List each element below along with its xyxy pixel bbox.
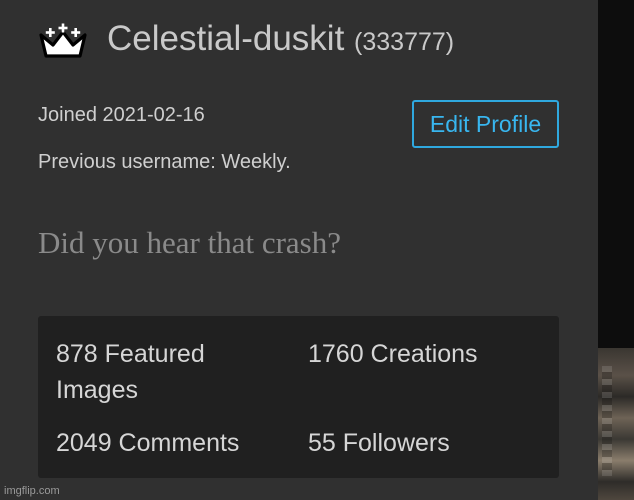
- watermark: imgflip.com: [4, 485, 60, 497]
- username-text: Celestial-duskit: [107, 19, 345, 58]
- stats-box: 878 Featured Images 1760 Creations 2049 …: [38, 316, 559, 478]
- profile-panel: Celestial-duskit (333777) Joined 2021-02…: [0, 0, 598, 500]
- crown-icon: [39, 23, 87, 58]
- edit-profile-button[interactable]: Edit Profile: [412, 100, 559, 148]
- profile-bio: Did you hear that crash?: [38, 225, 341, 260]
- stat-creations[interactable]: 1760 Creations: [308, 336, 478, 372]
- profile-username: Celestial-duskit (333777): [107, 18, 454, 63]
- right-edge-strip: [598, 0, 634, 500]
- stat-followers[interactable]: 55 Followers: [308, 425, 450, 461]
- user-id: (333777): [354, 28, 455, 56]
- cropped-thumbnail-image: [598, 348, 634, 500]
- stat-comments[interactable]: 2049 Comments: [56, 425, 239, 461]
- joined-date: Joined 2021-02-16: [38, 104, 205, 126]
- previous-username: Previous username: Weekly.: [38, 151, 291, 173]
- stat-featured-images[interactable]: 878 Featured Images: [56, 336, 276, 408]
